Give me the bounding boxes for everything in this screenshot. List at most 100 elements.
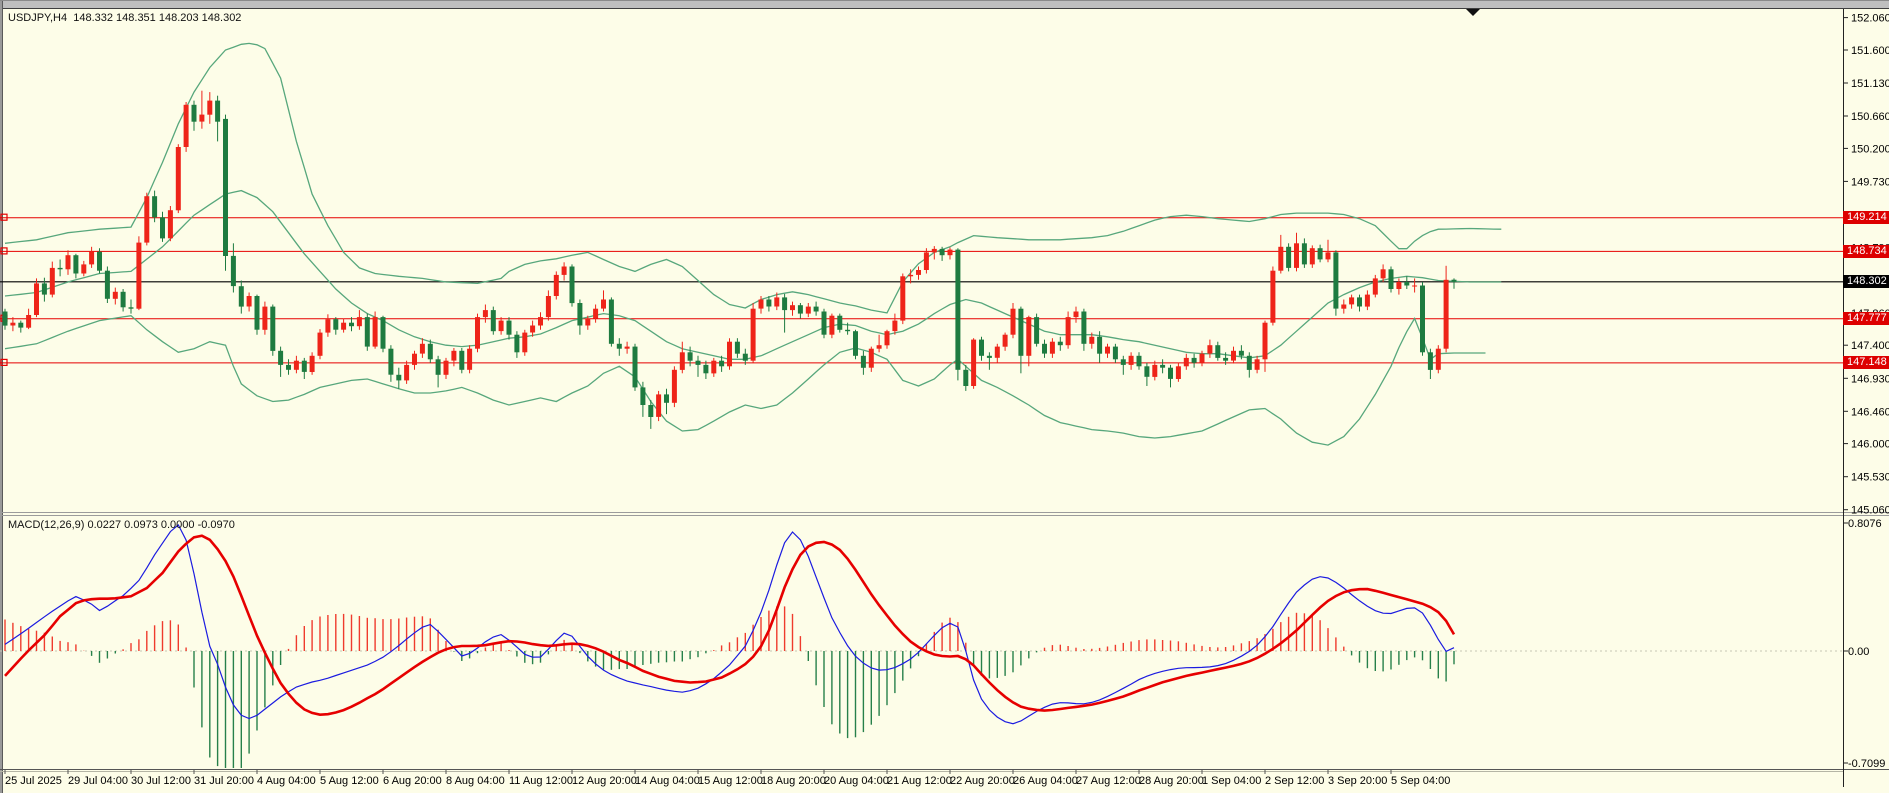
candle-body: [1412, 286, 1417, 287]
candle-body: [451, 351, 456, 361]
candle-body: [577, 303, 582, 326]
candle-body: [239, 286, 244, 306]
price-axis-label: 145.060: [1851, 505, 1889, 517]
time-axis-label: 11 Aug 12:00: [509, 775, 573, 787]
time-axis-label: 20 Aug 04:00: [824, 775, 889, 787]
time-axis-label: 15 Aug 12:00: [698, 775, 763, 787]
price-axis-label: 151.600: [1851, 45, 1889, 57]
candle-body: [1326, 252, 1331, 259]
candle-body: [617, 344, 622, 349]
candle-body: [1357, 297, 1362, 306]
candle-body: [420, 344, 425, 354]
candle-body: [1310, 248, 1315, 264]
candle-body: [483, 310, 488, 317]
candle-body: [727, 342, 732, 367]
macd-signal-line: [5, 536, 1454, 715]
candle-body: [404, 365, 409, 381]
candle-body: [1396, 282, 1401, 289]
candle-body: [979, 340, 984, 356]
candle-body: [34, 283, 39, 315]
candle-body: [1121, 359, 1126, 365]
candle-body: [562, 267, 567, 275]
candle-body: [1436, 349, 1441, 370]
time-axis-label: 4 Aug 04:00: [257, 775, 316, 787]
time-axis-label: 25 Jul 2025: [5, 775, 62, 787]
candle-body: [18, 323, 23, 328]
price-axis-label: 145.530: [1851, 472, 1889, 484]
candle-body: [444, 361, 449, 375]
horizontal-level-lines[interactable]: [0, 214, 1843, 365]
panel-divider[interactable]: [0, 513, 1889, 516]
candle-body: [26, 315, 31, 328]
macd-lines: [5, 525, 1454, 724]
candle-body: [751, 309, 756, 361]
candle-body: [1081, 312, 1086, 344]
candle-body: [73, 255, 78, 273]
chart-plot-area[interactable]: 152.060151.600151.130150.660150.200149.7…: [0, 1, 1889, 793]
candle-body: [1318, 248, 1323, 259]
candle-body: [436, 359, 441, 375]
candle-body: [136, 243, 141, 309]
candle-body: [1192, 358, 1197, 363]
candle-body: [625, 347, 630, 349]
candle-body: [1239, 351, 1244, 356]
chart-shift-marker-icon[interactable]: [1466, 9, 1480, 16]
candle-body: [877, 345, 882, 349]
candle-body: [1444, 280, 1449, 349]
candle-body: [570, 267, 575, 304]
candle-body: [1137, 356, 1142, 367]
candle-body: [89, 252, 94, 265]
candle-body: [1026, 317, 1031, 356]
candle-body: [885, 331, 890, 345]
mt4-chart-window: 152.060151.600151.130150.660150.200149.7…: [0, 0, 1889, 793]
price-axis-label: 146.460: [1851, 406, 1889, 418]
candle-body: [1389, 269, 1394, 289]
candle-body: [475, 317, 480, 349]
candle-body: [1200, 354, 1205, 363]
time-axis-label: 1 Sep 04:00: [1202, 775, 1261, 787]
candle-body: [955, 250, 960, 370]
candle-body: [522, 333, 527, 353]
candle-body: [1333, 252, 1338, 308]
macd-axis-label: -0.7099: [1848, 758, 1885, 770]
candle-body: [176, 147, 181, 210]
candle-body: [1176, 366, 1181, 379]
candle-body: [806, 307, 811, 314]
candle-body: [412, 354, 417, 365]
candle-body: [869, 349, 874, 368]
time-axis-label: 3 Sep 20:00: [1328, 775, 1387, 787]
time-axis-label: 27 Aug 12:00: [1076, 775, 1141, 787]
candle-body: [42, 283, 47, 294]
candle-body: [459, 351, 464, 370]
candle-body: [1420, 286, 1425, 353]
candle-body: [1113, 347, 1118, 360]
candle-body: [294, 361, 299, 370]
candle-body: [1278, 247, 1283, 271]
price-axis[interactable]: 152.060151.600151.130150.660150.200149.7…: [1844, 13, 1889, 770]
candle-body: [1302, 243, 1307, 264]
candle-body: [664, 394, 669, 402]
time-axis-label: 18 Aug 20:00: [761, 775, 826, 787]
candle-body: [719, 361, 724, 367]
candle-body: [373, 317, 378, 347]
candle-body: [223, 119, 228, 256]
candle-body: [1050, 342, 1055, 354]
candle-body: [262, 307, 267, 330]
candle-body: [341, 323, 346, 330]
candle-body: [774, 297, 779, 306]
candle-body: [105, 271, 110, 299]
macd-axis-label: 0.8076: [1848, 518, 1882, 530]
candle-body: [924, 252, 929, 270]
candle-body: [152, 196, 157, 217]
candle-body: [270, 307, 275, 351]
chart-canvas[interactable]: 152.060151.600151.130150.660150.200149.7…: [0, 1, 1889, 793]
candle-body: [1097, 337, 1102, 354]
candlestick-layer[interactable]: [3, 91, 1457, 429]
candle-body: [530, 326, 535, 333]
level-price-badge: 147.777: [1843, 312, 1889, 325]
candle-body: [656, 394, 661, 417]
candle-body: [349, 323, 354, 327]
candle-body: [144, 196, 149, 242]
candle-body: [782, 297, 787, 310]
candle-body: [1089, 337, 1094, 344]
